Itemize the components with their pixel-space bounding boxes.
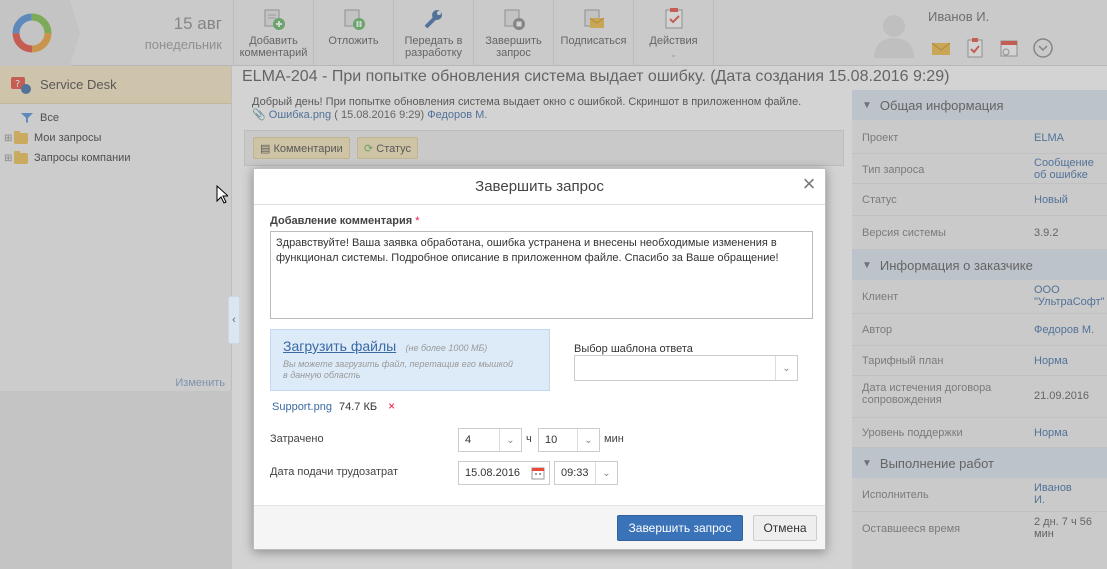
upload-files-link[interactable]: Загрузить файлы	[283, 338, 396, 354]
minutes-select[interactable]: 10 ⌄	[538, 428, 600, 452]
dialog-title: Завершить запрос	[254, 169, 825, 205]
chevron-down-icon[interactable]: ⌄	[577, 429, 599, 451]
time-spent-label: Затрачено	[270, 433, 324, 445]
effort-time-value: 09:33	[561, 467, 589, 479]
hours-unit: ч	[526, 433, 532, 445]
effort-date-label: Дата подачи трудозатрат	[270, 466, 399, 478]
mouse-cursor-icon	[216, 185, 228, 204]
hours-select[interactable]: 4 ⌄	[458, 428, 522, 452]
chevron-down-icon[interactable]: ⌄	[775, 356, 797, 380]
attached-file-name[interactable]: Support.png	[272, 401, 332, 413]
dialog-footer: Завершить запрос Отмена	[254, 505, 825, 549]
minutes-value: 10	[545, 434, 558, 446]
file-upload-area[interactable]: Загрузить файлы (не более 1000 МБ) Вы мо…	[270, 329, 550, 391]
attached-file: Support.png 74.7 КБ ×	[272, 399, 395, 413]
upload-hint: Вы можете загрузить файл, перетащив его …	[283, 359, 513, 380]
calendar-icon[interactable]	[531, 466, 545, 480]
effort-time-select[interactable]: 09:33 ⌄	[554, 461, 618, 485]
comment-label: Добавление комментария *	[270, 215, 419, 227]
comment-textarea[interactable]: Здравствуйте! Ваша заявка обработана, ош…	[270, 231, 813, 319]
hours-value: 4	[465, 434, 472, 446]
remove-file-icon[interactable]: ×	[388, 399, 395, 413]
chevron-down-icon[interactable]: ⌄	[499, 429, 521, 451]
attached-file-size: 74.7 КБ	[339, 401, 378, 413]
template-select[interactable]: ⌄	[574, 355, 798, 381]
complete-request-dialog: Завершить запрос × Добавление комментари…	[253, 168, 826, 550]
sidebar-collapse-handle[interactable]: ‹	[228, 296, 240, 344]
complete-request-button[interactable]: Завершить запрос	[617, 515, 743, 541]
required-marker: *	[415, 215, 420, 227]
minutes-unit: мин	[604, 433, 624, 445]
upload-limit: (не более 1000 МБ)	[405, 343, 488, 353]
comment-label-text: Добавление комментария	[270, 215, 413, 227]
chevron-left-icon: ‹	[232, 314, 236, 326]
template-label: Выбор шаблона ответа	[574, 343, 693, 355]
close-icon[interactable]: ×	[799, 173, 819, 195]
cancel-button[interactable]: Отмена	[753, 515, 817, 541]
chevron-down-icon[interactable]: ⌄	[595, 462, 617, 484]
effort-date-value: 15.08.2016	[465, 467, 521, 479]
effort-date-input[interactable]: 15.08.2016	[458, 461, 550, 485]
